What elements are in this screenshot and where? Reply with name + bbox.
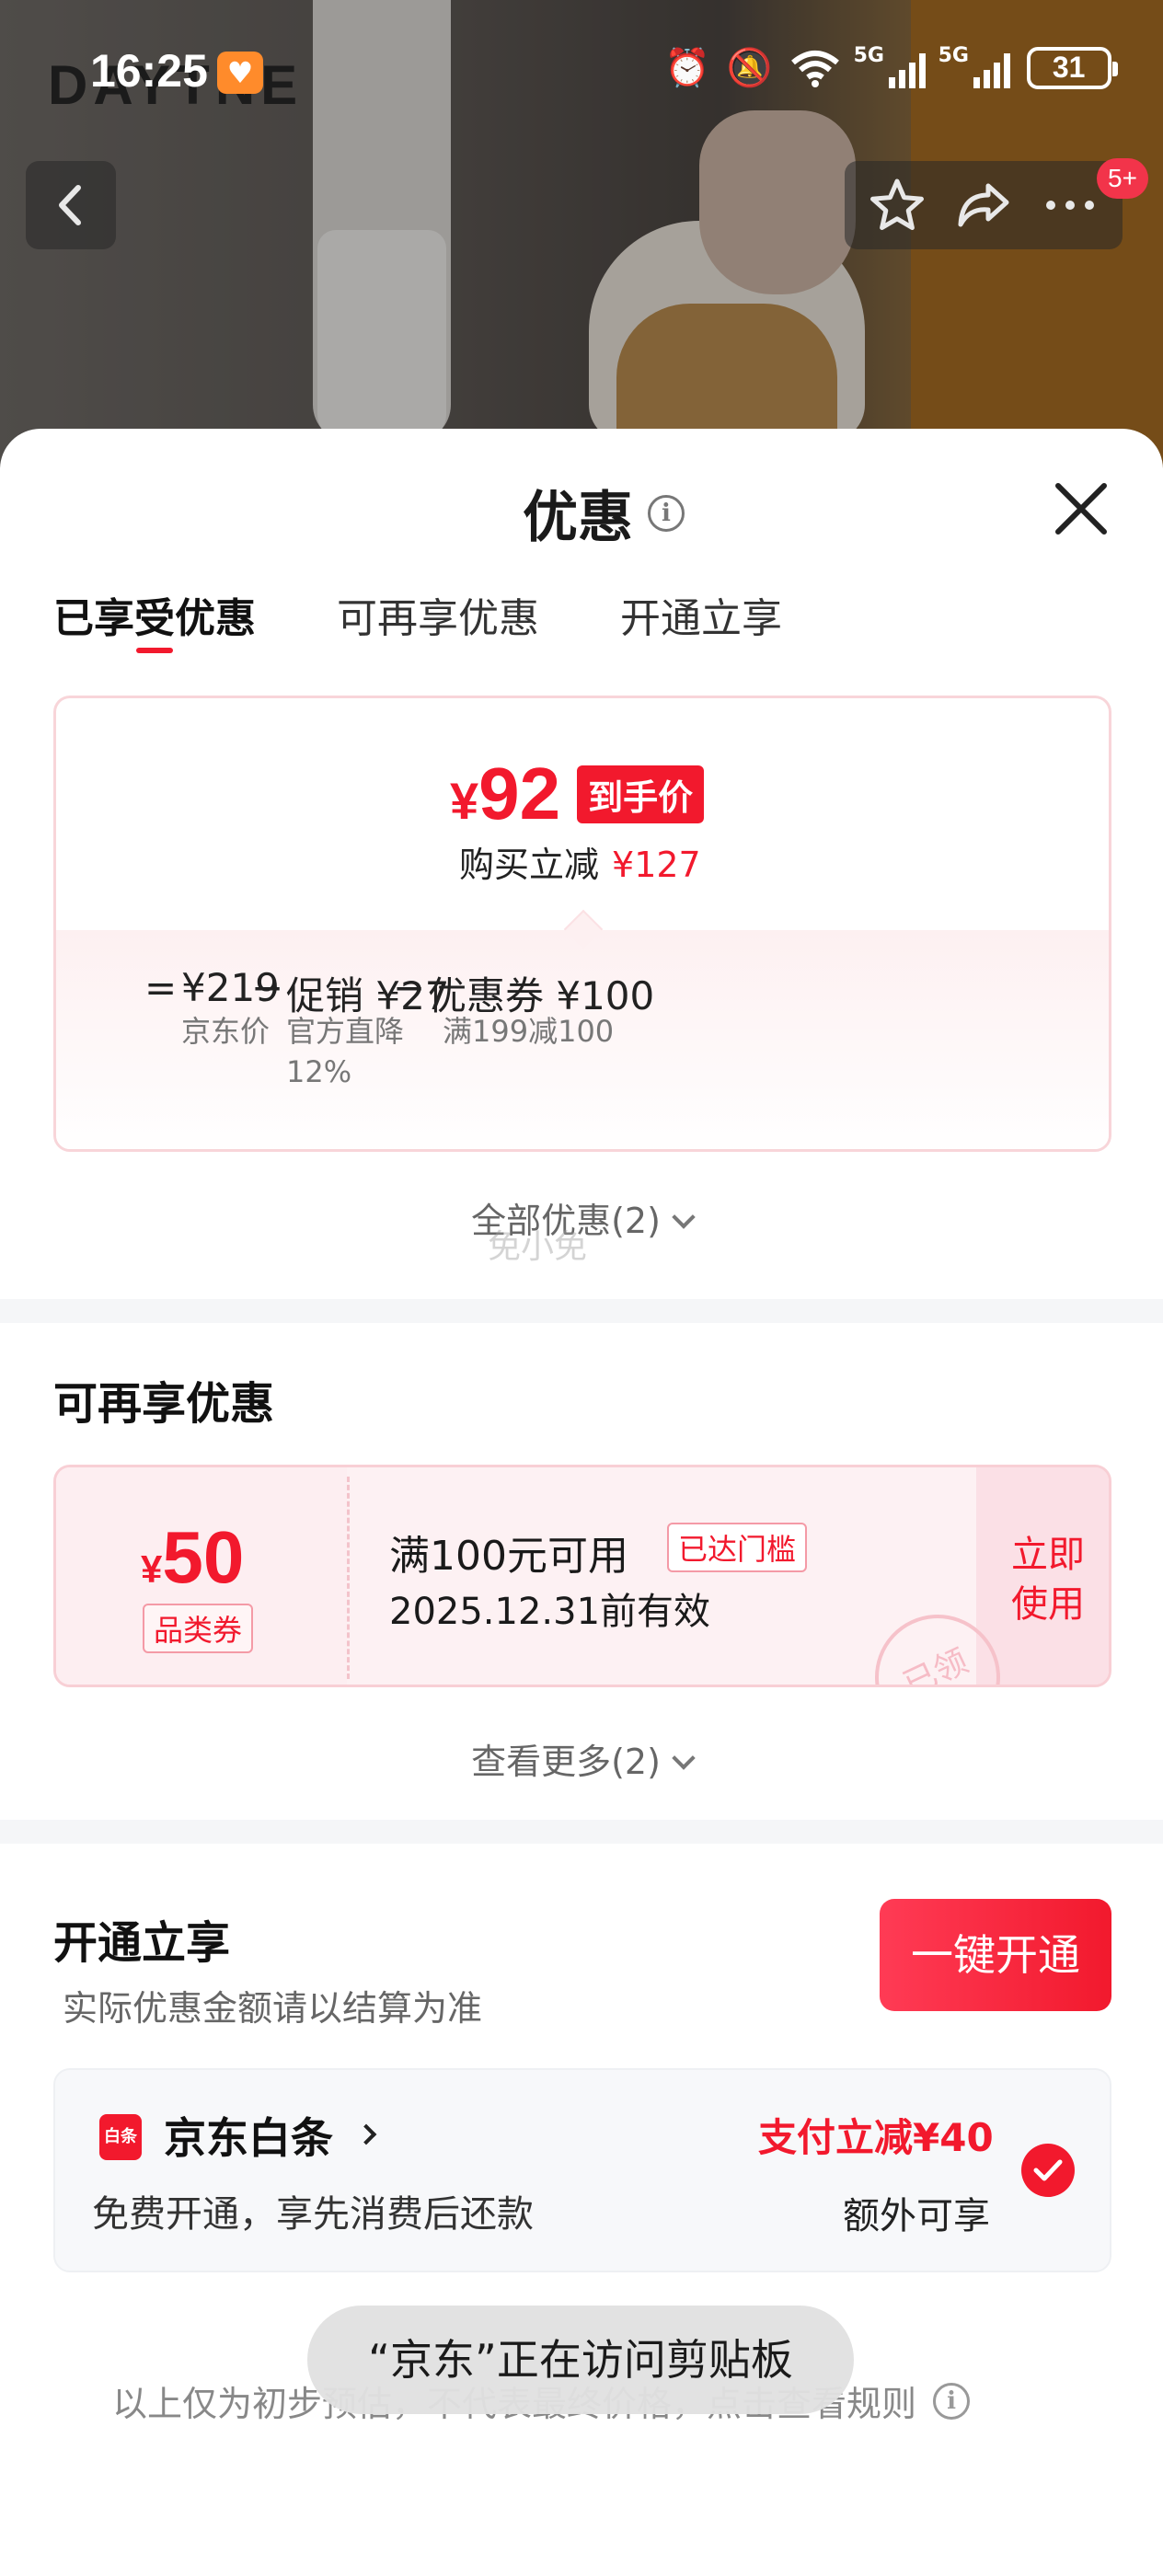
tab-open-now[interactable]: 开通立享 <box>620 585 782 644</box>
open-now-title: 开通立享 <box>53 1917 231 1969</box>
wifi-icon <box>790 50 839 87</box>
share-button[interactable] <box>951 173 1016 237</box>
chevron-down-icon <box>672 1205 696 1229</box>
section-divider <box>0 1820 1163 1844</box>
back-button[interactable] <box>26 161 116 249</box>
more-offers-title: 可再享优惠 <box>53 1378 275 1430</box>
final-price-card: ¥92 到手价 购买立减 ¥127 = ¥219 − 促销 ¥27 − 优惠券 ¥… <box>53 696 1111 1152</box>
baitiao-logo: 白条 <box>99 2114 142 2160</box>
more-button[interactable] <box>1038 173 1102 237</box>
coupon-validity: 2025.12.31前有效 <box>389 1591 711 1633</box>
coupon-type-badge: 品类券 <box>143 1604 254 1653</box>
alarm-icon: ⏰ <box>664 47 710 89</box>
status-icons: ⏰ 🔕 5G 5G 31 <box>664 44 1118 89</box>
minus-sign-1: − <box>251 965 284 1010</box>
sheet-header: 优惠 i <box>523 473 685 553</box>
tab-more-offers[interactable]: 可再享优惠 <box>337 585 539 644</box>
close-button[interactable] <box>1049 477 1113 541</box>
offer-tabs: 已享受优惠 可再享优惠 开通立享 <box>53 585 782 653</box>
offers-sheet: 优惠 i 已享受优惠 可再享优惠 开通立享 ¥92 到手价 购买立减 ¥127 = <box>0 429 1163 2576</box>
open-now-subtitle: 实际优惠金额请以结算为准 <box>63 1988 483 2029</box>
jd-price-label: 京东价 <box>181 1014 271 1049</box>
coupon-condition: 满100元可用 <box>389 1533 628 1580</box>
favorite-button[interactable] <box>865 173 929 237</box>
battery-icon: 31 <box>1026 46 1118 89</box>
signal-icon-2: 5G <box>938 44 1010 88</box>
final-price: ¥92 <box>450 753 561 834</box>
share-icon <box>958 183 1009 227</box>
promo-sub-label: 官方直降 12% <box>286 1014 405 1089</box>
see-more-link[interactable]: 查看更多(2) <box>0 1733 1163 1784</box>
active-tab-indicator <box>136 648 173 653</box>
baitiao-extra: 额外可享 <box>843 2195 990 2237</box>
status-time: 16:25 <box>90 45 208 97</box>
baitiao-card[interactable]: 白条 京东白条 免费开通，享先消费后还款 支付立减¥40 额外可享 <box>53 2068 1111 2272</box>
top-actions <box>845 161 1123 249</box>
one-click-open-button[interactable]: 一键开通 <box>880 1899 1111 2011</box>
threshold-reached-badge: 已达门槛 <box>667 1523 808 1572</box>
clipboard-toast: “京东”正在访问剪贴板 <box>307 2306 854 2414</box>
signal-icon-1: 5G <box>854 44 926 88</box>
watermark: 免小免 <box>488 1228 588 1266</box>
notification-badge: 5+ <box>1097 158 1148 199</box>
close-icon <box>1055 483 1107 535</box>
use-coupon-button[interactable]: 立即使用 <box>1002 1530 1094 1629</box>
final-price-row: ¥92 到手价 <box>450 752 705 836</box>
mute-icon: 🔕 <box>726 47 773 89</box>
final-price-tag: 到手价 <box>577 765 705 823</box>
chevron-down-icon <box>672 1746 696 1770</box>
chevron-left-icon <box>59 185 81 225</box>
coupon-amount: ¥50 <box>141 1516 245 1598</box>
chevron-right-icon <box>355 2123 377 2145</box>
baitiao-checkbox[interactable] <box>1021 2144 1075 2197</box>
baitiao-name[interactable]: 京东白条 <box>164 2105 333 2166</box>
baitiao-pay-discount: 支付立减¥40 <box>758 2115 994 2160</box>
category-coupon-card[interactable]: ¥50 品类券 满100元可用 已达门槛 2025.12.31前有效 已领 立即… <box>53 1465 1111 1687</box>
more-dots-icon <box>1046 201 1094 210</box>
coupon-sub-label: 满199减100 <box>443 1014 615 1049</box>
sheet-title: 优惠 <box>523 486 633 550</box>
baitiao-description: 免费开通，享先消费后还款 <box>92 2193 534 2236</box>
section-divider <box>0 1299 1163 1323</box>
info-icon[interactable]: i <box>648 494 685 532</box>
minus-sign-2: − <box>393 965 426 1010</box>
tab-enjoyed[interactable]: 已享受优惠 <box>53 585 256 653</box>
star-icon <box>870 178 924 230</box>
equals-sign: = <box>144 965 178 1010</box>
info-icon: i <box>933 2382 971 2420</box>
check-icon <box>1033 2159 1063 2181</box>
instant-discount: 购买立减 ¥127 <box>459 845 701 885</box>
health-app-icon: ♥ <box>217 52 263 94</box>
